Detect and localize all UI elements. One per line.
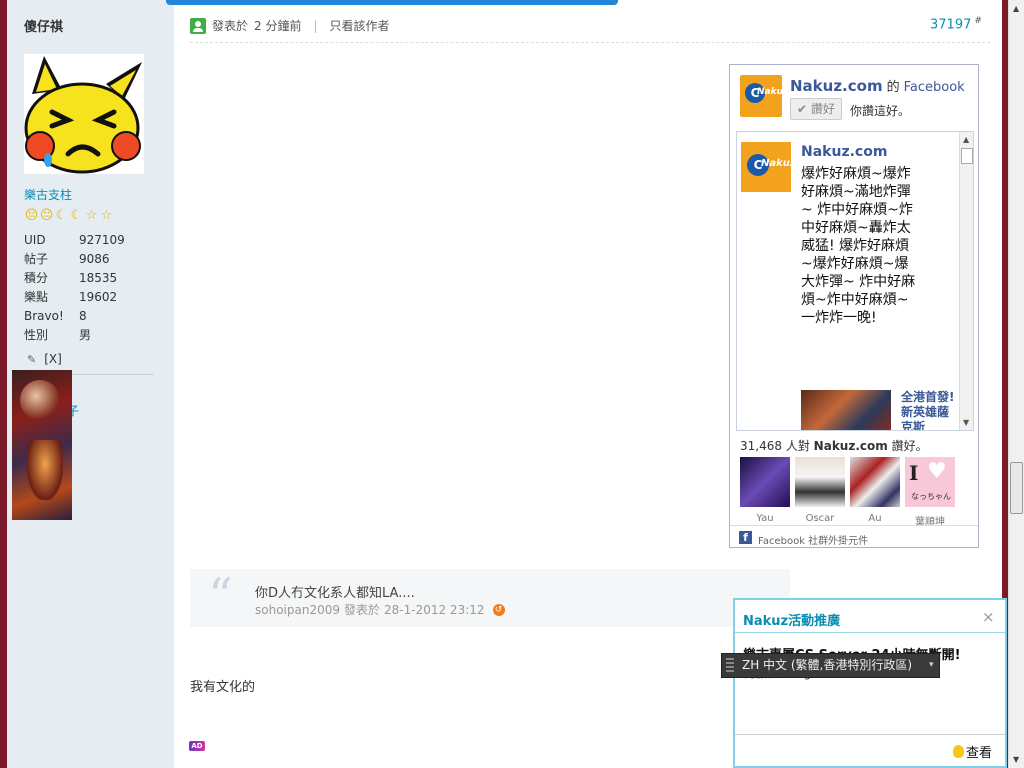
close-link[interactable]: ✎ [X] xyxy=(27,352,62,366)
fb-page-title: Nakuz.com 的 Facebook xyxy=(790,77,965,95)
quote-block: “ 你D人冇文化系人都知LA.... sohoipan2009 發表於 28-1… xyxy=(190,569,790,627)
posted-label: 發表於 xyxy=(212,19,249,33)
facebook-like-box: C Nakuz Nakuz.com 的 Facebook ✔ 讚好 你讚這好。 C Na… xyxy=(729,64,979,548)
sun-icon: 😐 xyxy=(24,208,39,223)
fan-face[interactable]: Yau xyxy=(740,457,790,528)
author-only-link[interactable]: 只看該作者 xyxy=(330,17,390,34)
like-count: 31,468 人對 Nakuz.com 讚好。 xyxy=(740,439,928,453)
fan-avatar[interactable] xyxy=(795,457,845,507)
feed-link[interactable]: 全港首發!新英雄薩克斯 xyxy=(901,390,955,430)
chevron-down-icon[interactable]: ▾ xyxy=(929,654,934,677)
quote-icon: “ xyxy=(208,568,233,624)
star-icon: ☆ xyxy=(100,208,113,223)
nakuz-logo-icon: C Nakuz xyxy=(740,75,788,117)
moon-icon: ☾ xyxy=(70,208,83,223)
fan-avatar[interactable] xyxy=(740,457,790,507)
jump-to-post-icon[interactable]: ↺ xyxy=(492,603,505,616)
pikachu-avatar-icon xyxy=(24,54,144,174)
left-frame xyxy=(0,0,7,768)
fan-face[interactable]: Oscar xyxy=(795,457,845,528)
separator: | xyxy=(313,18,318,33)
promo-more-button[interactable]: 查看 xyxy=(953,742,992,761)
side-ad-image[interactable] xyxy=(12,370,72,520)
scroll-up-icon[interactable]: ▲ xyxy=(1013,4,1019,13)
fan-avatar[interactable]: I ♥ なっちゃん xyxy=(905,457,955,507)
nakuz-logo[interactable]: C Nakuz xyxy=(740,75,788,117)
ad-figure xyxy=(20,380,60,420)
promo-popup: Nakuz活動推廣 × 樂古專屬CS Server 24小時無斷開! 伺服器: … xyxy=(733,598,1007,768)
nakuz-logo-icon: C Nakuz xyxy=(741,142,796,192)
feed-message: 爆炸好麻煩~爆炸好麻煩~滿地炸彈~ 炸中好麻煩~炸中好麻煩~轟炸太威猛! 爆炸好… xyxy=(801,166,916,326)
page-scrollbar[interactable]: ▲ ▼ xyxy=(1008,0,1024,768)
ad-badge[interactable]: AD xyxy=(189,741,205,751)
stat-row: 積分 18535 xyxy=(24,271,118,285)
fan-face[interactable]: I ♥ なっちゃん 葉順坤 xyxy=(905,457,955,528)
feed-scrollbar[interactable]: ▲ ▼ xyxy=(959,132,973,430)
heart-icon: ♥ xyxy=(927,459,947,484)
drag-handle-icon[interactable] xyxy=(726,658,734,673)
stat-row: 樂點 19602 xyxy=(24,290,118,304)
fan-face[interactable]: Au xyxy=(850,457,900,528)
quote-text: 你D人冇文化系人都知LA.... xyxy=(255,586,415,601)
scroll-thumb[interactable] xyxy=(961,148,973,164)
author-stats: UID 927109 帖子 9086 積分 18535 樂點 19602 Bravo! 8… xyxy=(24,231,154,345)
author-panel: 傻仔祺 樂古支柱 😐 😐 ☾ ☾ ☆ ☆ UID 927109 帖子 9086 積分… xyxy=(7,0,174,768)
quote-meta: sohoipan2009 發表於 28-1-2012 23:12 ↺ xyxy=(255,601,505,618)
ad-figure xyxy=(27,440,63,500)
post-header: 發表於 2 分鐘前 | 只看該作者 xyxy=(190,17,390,34)
fan-avatar[interactable] xyxy=(850,457,900,507)
fb-feed[interactable]: C Nakuz Nakuz.com 爆炸好麻煩~爆炸好麻煩~滿地炸彈~ 炸中好麻煩… xyxy=(736,131,974,431)
lightbulb-icon xyxy=(953,745,964,758)
promo-title: Nakuz活動推廣 xyxy=(743,614,841,629)
header-divider xyxy=(190,42,990,43)
ime-language[interactable]: ZH 中文 (繁體,香港特別行政區) xyxy=(742,654,912,677)
rank-stars: 😐 😐 ☾ ☾ ☆ ☆ xyxy=(24,208,114,224)
pin-icon: ✎ xyxy=(27,352,37,366)
scroll-down-icon[interactable]: ▼ xyxy=(963,418,969,427)
divider xyxy=(735,734,1005,735)
you-like-text: 你讚這好。 xyxy=(850,104,911,118)
fb-footer: f Facebook 社群外掛元件 xyxy=(730,525,978,547)
avatar[interactable] xyxy=(24,54,144,174)
facebook-icon[interactable]: f xyxy=(739,531,752,544)
stat-row: Bravo! 8 xyxy=(24,309,87,323)
stat-row: 性別男 xyxy=(24,328,92,342)
sun-icon: 😐 xyxy=(39,208,54,223)
user-icon xyxy=(190,17,206,34)
scroll-up-icon[interactable]: ▲ xyxy=(963,135,969,144)
feed-page-name[interactable]: Nakuz.com xyxy=(801,144,887,160)
page-scroll-thumb[interactable] xyxy=(1010,462,1023,514)
author-name[interactable]: 傻仔祺 xyxy=(24,16,63,35)
moon-icon: ☾ xyxy=(55,208,68,223)
star-icon: ☆ xyxy=(85,208,98,223)
feed-image[interactable] xyxy=(801,390,891,430)
close-icon[interactable]: × xyxy=(982,608,995,626)
reply-text: 我有文化的 xyxy=(190,680,256,695)
scroll-down-icon[interactable]: ▼ xyxy=(1013,755,1019,764)
nakuz-logo[interactable]: C Nakuz xyxy=(741,142,796,192)
divider xyxy=(735,632,1005,633)
ime-language-bar[interactable]: ZH 中文 (繁體,香港特別行政區) ▾ xyxy=(721,653,940,678)
author-rank: 樂古支柱 xyxy=(24,188,73,202)
fan-faces: Yau Oscar Au I ♥ なっちゃん 葉順坤 xyxy=(740,457,955,528)
stat-row: UID 927109 xyxy=(24,233,125,247)
post-number[interactable]: 37197 # xyxy=(930,16,982,32)
like-button[interactable]: ✔ 讚好 xyxy=(790,98,842,120)
posted-time: 2 分鐘前 xyxy=(254,19,302,33)
top-accent-bar xyxy=(166,0,618,5)
stat-row: 帖子 9086 xyxy=(24,252,110,266)
